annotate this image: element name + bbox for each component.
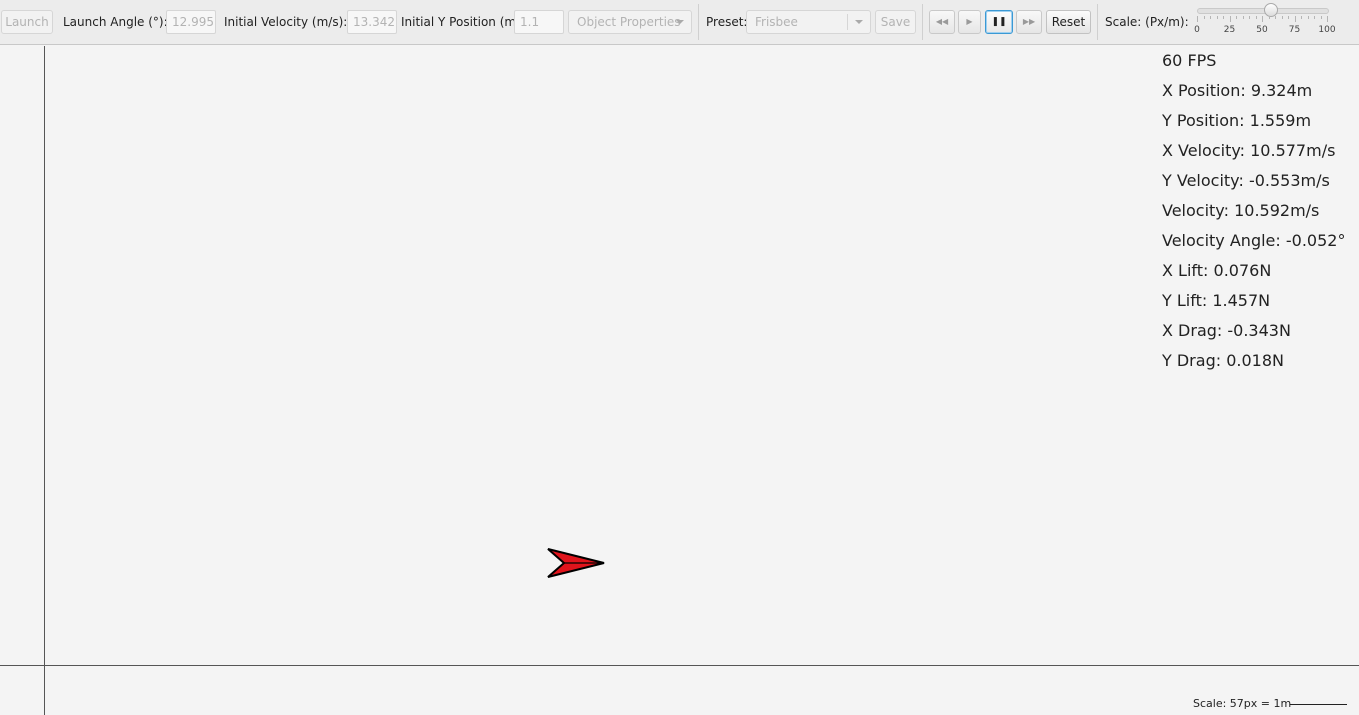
- launch-angle-label: Launch Angle (°):: [63, 15, 168, 29]
- object-properties-label: Object Properties: [577, 15, 681, 29]
- slider-tick-label: 100: [1318, 25, 1336, 35]
- fast-forward-button[interactable]: ▶▶: [1016, 10, 1042, 34]
- slider-tick-label: 75: [1288, 25, 1301, 35]
- x-position-readout: X Position: 9.324m: [1162, 81, 1313, 100]
- chevron-down-icon: [855, 20, 863, 24]
- scale-indicator-bar: [1290, 704, 1347, 705]
- dropdown-divider: [847, 14, 848, 30]
- slider-tick: [1268, 16, 1270, 19]
- toolbar-divider: [922, 4, 923, 40]
- slider-tick: [1216, 16, 1218, 19]
- launch-angle-field[interactable]: 12.995: [166, 10, 216, 34]
- slider-tick: [1203, 16, 1205, 19]
- slider-tick: [1242, 16, 1244, 19]
- slider-tick: [1262, 16, 1263, 22]
- fps-readout: 60 FPS: [1162, 51, 1217, 70]
- slider-tick: [1210, 16, 1211, 19]
- launch-button[interactable]: Launch: [1, 10, 53, 34]
- reset-button[interactable]: Reset: [1046, 10, 1091, 34]
- x-drag-readout: X Drag: -0.343N: [1162, 321, 1291, 340]
- projectile-arrow: [547, 548, 605, 578]
- initial-velocity-label: Initial Velocity (m/s):: [224, 15, 348, 29]
- y-axis-line: [44, 46, 45, 715]
- slider-tick: [1327, 16, 1328, 22]
- slider-tick: [1249, 16, 1250, 19]
- pause-icon: ❚❚: [991, 17, 1007, 27]
- pause-button[interactable]: ❚❚: [985, 10, 1013, 34]
- x-velocity-readout: X Velocity: 10.577m/s: [1162, 141, 1336, 160]
- y-lift-readout: Y Lift: 1.457N: [1162, 291, 1271, 310]
- scale-indicator-text: Scale: 57px = 1m: [1193, 697, 1292, 710]
- scale-slider-track[interactable]: [1197, 8, 1329, 14]
- initial-y-label: Initial Y Position (m):: [401, 15, 525, 29]
- y-velocity-readout: Y Velocity: -0.553m/s: [1162, 171, 1330, 190]
- slider-tick: [1294, 16, 1296, 22]
- scale-slider-thumb[interactable]: [1264, 3, 1279, 17]
- velocity-angle-readout: Velocity Angle: -0.052°: [1162, 231, 1346, 250]
- preset-label: Preset:: [706, 15, 748, 29]
- toolbar-divider: [1097, 4, 1098, 40]
- slider-tick: [1197, 16, 1198, 22]
- slider-tick: [1301, 16, 1302, 19]
- toolbar-divider: [698, 4, 699, 40]
- slider-tick: [1320, 16, 1322, 19]
- chevron-down-icon: [676, 20, 684, 24]
- slider-tick-label: 50: [1256, 25, 1268, 35]
- initial-velocity-field[interactable]: 13.342: [347, 10, 397, 34]
- slider-tick: [1223, 16, 1224, 19]
- save-button[interactable]: Save: [875, 10, 916, 34]
- ground-line: [0, 665, 1359, 666]
- scale-label: Scale: (Px/m):: [1105, 15, 1189, 29]
- slider-tick: [1255, 16, 1257, 19]
- x-lift-readout: X Lift: 0.076N: [1162, 261, 1272, 280]
- slider-tick: [1229, 16, 1231, 22]
- step-forward-button[interactable]: ▶: [958, 10, 981, 34]
- slider-tick: [1314, 16, 1315, 19]
- toolbar: Launch Launch Angle (°): 12.995 Initial …: [0, 0, 1359, 45]
- scale-slider-ticks: [1197, 16, 1328, 22]
- preset-value: Frisbee: [755, 15, 798, 29]
- rewind-icon: ◀◀: [935, 17, 949, 26]
- preset-dropdown[interactable]: Frisbee: [746, 10, 871, 34]
- play-icon: ▶: [966, 17, 973, 26]
- slider-tick: [1275, 16, 1276, 19]
- slider-tick: [1288, 16, 1289, 19]
- slider-tick: [1307, 16, 1309, 19]
- slider-tick: [1236, 16, 1237, 19]
- fast-forward-icon: ▶▶: [1022, 17, 1036, 26]
- slider-tick-label: 25: [1223, 25, 1236, 35]
- object-properties-dropdown[interactable]: Object Properties: [568, 10, 692, 34]
- velocity-readout: Velocity: 10.592m/s: [1162, 201, 1320, 220]
- slider-tick: [1281, 16, 1283, 19]
- y-drag-readout: Y Drag: 0.018N: [1162, 351, 1284, 370]
- slider-tick-label: 0: [1194, 25, 1200, 35]
- rewind-button[interactable]: ◀◀: [929, 10, 955, 34]
- y-position-readout: Y Position: 1.559m: [1162, 111, 1312, 130]
- initial-y-field[interactable]: 1.1: [514, 10, 564, 34]
